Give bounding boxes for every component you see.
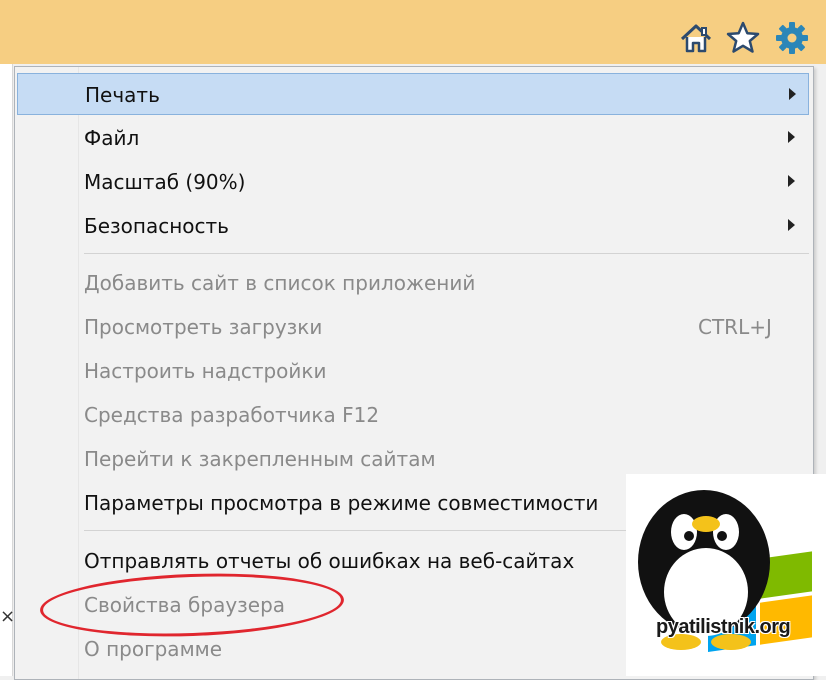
menu-item-view-downloads[interactable]: Просмотреть загрузки CTRL+J: [17, 306, 809, 348]
menu-item-file[interactable]: Файл: [17, 117, 809, 159]
menu-separator: [84, 253, 809, 254]
menu-item-label: Отправлять отчеты об ошибках на веб-сайт…: [84, 549, 575, 573]
submenu-arrow-icon: [789, 88, 796, 100]
menu-item-add-site-to-apps[interactable]: Добавить сайт в список приложений: [17, 262, 809, 304]
page-edge: [0, 64, 13, 676]
menu-item-label: Безопасность: [84, 214, 229, 238]
menu-item-label: Средства разработчика F12: [84, 403, 380, 427]
toolbar: [0, 0, 826, 64]
menu-item-label: Просмотреть загрузки: [84, 315, 323, 339]
submenu-arrow-icon: [788, 219, 795, 231]
watermark-logo: pyatilistnik.org: [626, 474, 826, 676]
menu-item-label: О программе: [84, 637, 223, 661]
close-icon[interactable]: ×: [0, 606, 15, 627]
menu-item-label: Перейти к закрепленным сайтам: [84, 447, 436, 471]
menu-item-label: Параметры просмотра в режиме совместимос…: [84, 491, 599, 515]
home-icon[interactable]: [678, 20, 714, 56]
menu-item-developer-tools[interactable]: Средства разработчика F12: [17, 394, 809, 436]
menu-item-security[interactable]: Безопасность: [17, 205, 809, 247]
penguin-logo-icon: [638, 490, 812, 652]
menu-item-shortcut: CTRL+J: [698, 315, 772, 339]
star-icon[interactable]: [725, 20, 761, 56]
watermark-text: pyatilistnik.org: [656, 616, 791, 638]
menu-item-zoom[interactable]: Масштаб (90%): [17, 161, 809, 203]
menu-item-manage-addons[interactable]: Настроить надстройки: [17, 350, 809, 392]
menu-item-label: Печать: [85, 83, 160, 107]
submenu-arrow-icon: [788, 175, 795, 187]
menu-item-label: Масштаб (90%): [84, 170, 246, 194]
gear-icon[interactable]: [774, 20, 810, 56]
submenu-arrow-icon: [788, 131, 795, 143]
menu-item-label: Свойства браузера: [84, 593, 286, 617]
menu-item-label: Файл: [84, 126, 140, 150]
menu-item-label: Добавить сайт в список приложений: [84, 271, 476, 295]
menu-item-label: Настроить надстройки: [84, 359, 327, 383]
menu-item-print[interactable]: Печать: [17, 73, 809, 115]
